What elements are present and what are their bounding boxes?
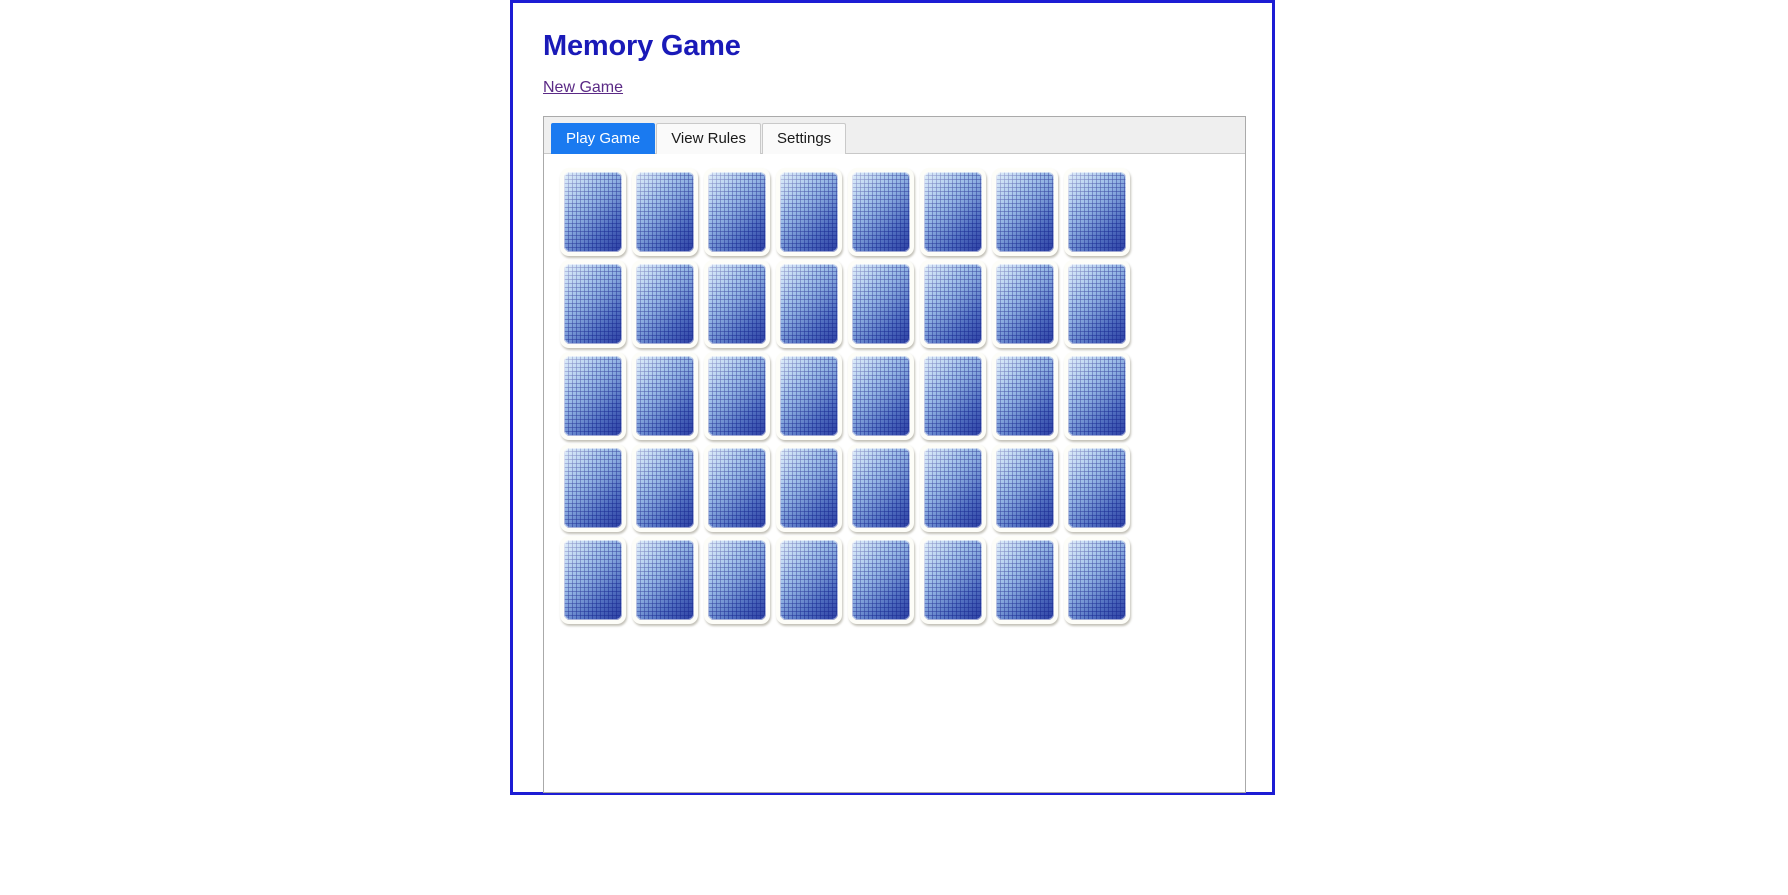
card-back-face [564, 171, 622, 252]
memory-card[interactable] [632, 351, 698, 440]
card-back-face [996, 355, 1054, 436]
card-back-face [780, 263, 838, 344]
card-back-face [564, 447, 622, 528]
card-back-face [852, 447, 910, 528]
tab-view-rules-label: View Rules [671, 129, 746, 147]
memory-card[interactable] [560, 443, 626, 532]
memory-card[interactable] [848, 167, 914, 256]
card-back-face [708, 263, 766, 344]
memory-card[interactable] [920, 351, 986, 440]
memory-card[interactable] [632, 167, 698, 256]
memory-card[interactable] [1064, 351, 1130, 440]
memory-card[interactable] [848, 351, 914, 440]
memory-card[interactable] [560, 259, 626, 348]
card-back-face [708, 171, 766, 252]
card-back-face [708, 355, 766, 436]
memory-card[interactable] [848, 535, 914, 624]
memory-card[interactable] [560, 535, 626, 624]
memory-card[interactable] [992, 535, 1058, 624]
memory-card[interactable] [632, 259, 698, 348]
memory-card[interactable] [704, 167, 770, 256]
memory-card[interactable] [992, 351, 1058, 440]
memory-card[interactable] [848, 443, 914, 532]
memory-card[interactable] [632, 535, 698, 624]
card-back-face [636, 447, 694, 528]
tab-widget: Play Game View Rules Settings [543, 115, 1246, 793]
memory-card[interactable] [776, 443, 842, 532]
tab-play-game[interactable]: Play Game [551, 122, 656, 154]
card-back-face [996, 539, 1054, 620]
memory-card[interactable] [1064, 259, 1130, 348]
memory-card[interactable] [920, 443, 986, 532]
memory-card[interactable] [704, 351, 770, 440]
card-back-face [708, 447, 766, 528]
memory-card[interactable] [704, 443, 770, 532]
card-back-face [996, 447, 1054, 528]
memory-card[interactable] [848, 259, 914, 348]
memory-card[interactable] [920, 535, 986, 624]
card-back-face [564, 355, 622, 436]
memory-card[interactable] [992, 259, 1058, 348]
card-back-face [708, 539, 766, 620]
page-title: Memory Game [543, 30, 741, 62]
new-game-link[interactable]: New Game [543, 79, 623, 97]
card-back-face [1068, 447, 1126, 528]
tab-play-game-label: Play Game [566, 129, 641, 147]
card-back-face [780, 171, 838, 252]
memory-card[interactable] [992, 167, 1058, 256]
card-back-face [852, 171, 910, 252]
card-board [544, 153, 1245, 624]
card-back-face [996, 171, 1054, 252]
card-row [560, 259, 1245, 348]
memory-card[interactable] [776, 167, 842, 256]
card-back-face [780, 355, 838, 436]
card-back-face [1068, 171, 1126, 252]
memory-card[interactable] [1064, 535, 1130, 624]
card-back-face [636, 539, 694, 620]
memory-game-window: Memory Game New Game Play Game View Rule… [510, 0, 1275, 795]
card-back-face [924, 171, 982, 252]
card-back-face [1068, 263, 1126, 344]
card-row [560, 443, 1245, 532]
memory-card[interactable] [1064, 443, 1130, 532]
card-row [560, 167, 1245, 256]
memory-card[interactable] [1064, 167, 1130, 256]
tab-view-rules[interactable]: View Rules [656, 122, 761, 154]
card-back-face [564, 539, 622, 620]
memory-card[interactable] [704, 259, 770, 348]
tab-bar: Play Game View Rules Settings [544, 116, 1245, 154]
card-back-face [924, 263, 982, 344]
memory-card[interactable] [632, 443, 698, 532]
card-row [560, 351, 1245, 440]
tab-settings-label: Settings [776, 129, 832, 147]
card-back-face [852, 263, 910, 344]
card-back-face [1068, 539, 1126, 620]
memory-card[interactable] [992, 443, 1058, 532]
card-back-face [636, 355, 694, 436]
card-back-face [924, 539, 982, 620]
card-row [560, 535, 1245, 624]
card-back-face [1068, 355, 1126, 436]
memory-card[interactable] [560, 351, 626, 440]
page-content: Memory Game New Game Play Game View Rule… [513, 3, 1272, 793]
tab-settings[interactable]: Settings [761, 122, 847, 154]
memory-card[interactable] [704, 535, 770, 624]
card-back-face [636, 263, 694, 344]
memory-card[interactable] [560, 167, 626, 256]
memory-card[interactable] [776, 351, 842, 440]
memory-card[interactable] [920, 259, 986, 348]
card-back-face [564, 263, 622, 344]
card-back-face [852, 355, 910, 436]
card-back-face [924, 355, 982, 436]
card-back-face [780, 447, 838, 528]
card-back-face [636, 171, 694, 252]
memory-card[interactable] [776, 259, 842, 348]
card-back-face [780, 539, 838, 620]
card-back-face [852, 539, 910, 620]
memory-card[interactable] [776, 535, 842, 624]
memory-card[interactable] [920, 167, 986, 256]
card-back-face [924, 447, 982, 528]
card-back-face [996, 263, 1054, 344]
